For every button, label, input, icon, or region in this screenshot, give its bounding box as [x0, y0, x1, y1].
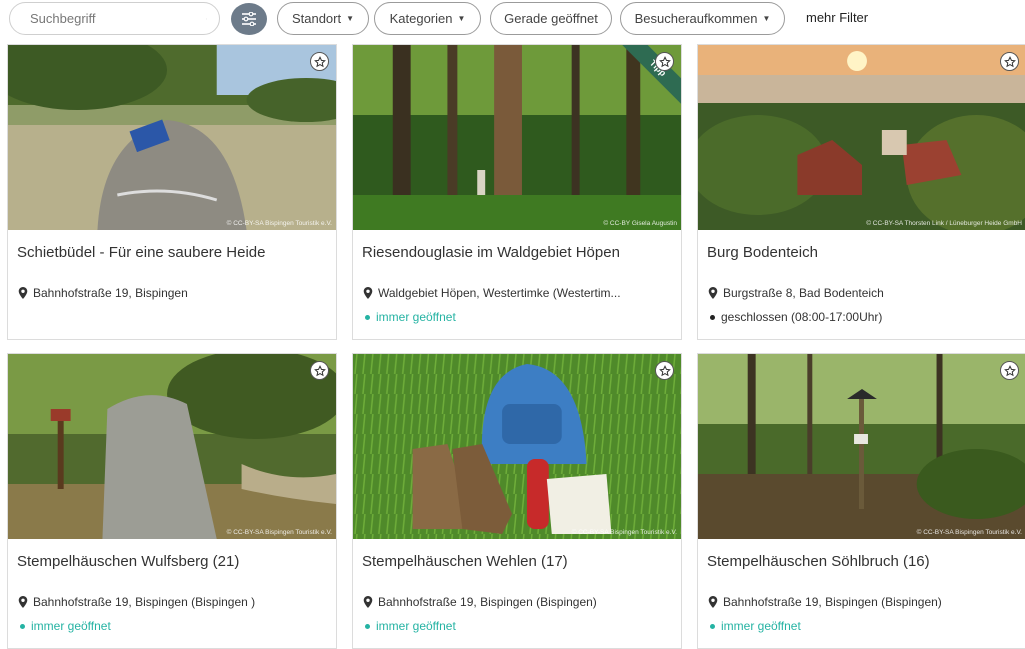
sliders-icon	[241, 12, 257, 26]
favorite-button[interactable]	[310, 52, 329, 71]
map-pin-icon	[18, 287, 28, 299]
kategorien-dropdown[interactable]: Kategorien ▼	[374, 2, 481, 35]
card-title[interactable]: Riesendouglasie im Waldgebiet Höpen	[362, 244, 620, 261]
caret-down-icon: ▼	[346, 14, 354, 23]
image-credit: © CC-BY-SA Bispingen Touristik e.V.	[227, 529, 332, 536]
map-pin-icon	[708, 287, 718, 299]
status-dot	[365, 315, 370, 320]
card-title[interactable]: Stempelhäuschen Söhlbruch (16)	[707, 553, 930, 570]
favorite-button[interactable]	[1000, 361, 1019, 380]
opening-status: geschlossen (08:00-17:00Uhr)	[710, 310, 882, 324]
status-dot	[710, 624, 715, 629]
card-image[interactable]: Tipp © CC-BY Gisela Augustin	[353, 45, 681, 230]
image-credit: © CC-BY-SA Bispingen Touristik e.V.	[227, 220, 332, 227]
star-icon	[1004, 56, 1016, 68]
card-title[interactable]: Stempelhäuschen Wehlen (17)	[362, 553, 568, 570]
address-text: Waldgebiet Höpen, Westertimke (Westertim…	[378, 286, 621, 300]
image-credit: © CC-BY-SA Thorsten Link / Lüneburger He…	[866, 220, 1022, 227]
map-pin-icon	[18, 596, 28, 608]
card-title[interactable]: Schietbüdel - Für eine saubere Heide	[17, 244, 265, 261]
address-text: Bahnhofstraße 19, Bispingen (Bispingen)	[723, 595, 942, 609]
map-pin-icon	[708, 596, 718, 608]
favorite-button[interactable]	[1000, 52, 1019, 71]
card-address: Waldgebiet Höpen, Westertimke (Westertim…	[363, 286, 621, 300]
address-text: Burgstraße 8, Bad Bodenteich	[723, 286, 884, 300]
address-text: Bahnhofstraße 19, Bispingen (Bispingen )	[33, 595, 255, 609]
standort-label: Standort	[292, 11, 341, 26]
status-text: immer geöffnet	[376, 619, 456, 633]
card-image[interactable]: © CC-BY-SA Bispingen Touristik e.V.	[353, 354, 681, 539]
besucheraufkommen-dropdown[interactable]: Besucheraufkommen ▼	[620, 2, 785, 35]
search-icon[interactable]	[206, 12, 207, 26]
image-credit: © CC-BY Gisela Augustin	[603, 220, 677, 227]
card-image[interactable]: © CC-BY-SA Thorsten Link / Lüneburger He…	[698, 45, 1025, 230]
opening-status: immer geöffnet	[365, 619, 456, 633]
card-image[interactable]: © CC-BY-SA Bispingen Touristik e.V.	[8, 354, 336, 539]
poi-card[interactable]: © CC-BY-SA Bispingen Touristik e.V. Stem…	[7, 353, 337, 649]
star-icon	[659, 365, 671, 377]
card-title[interactable]: Burg Bodenteich	[707, 244, 818, 261]
filter-toggle-button[interactable]	[231, 3, 267, 35]
gerade-geoeffnet-toggle[interactable]: Gerade geöffnet	[490, 2, 612, 35]
poi-card[interactable]: © CC-BY-SA Bispingen Touristik e.V. Stem…	[352, 353, 682, 649]
map-pin-icon	[363, 596, 373, 608]
address-text: Bahnhofstraße 19, Bispingen (Bispingen)	[378, 595, 597, 609]
status-dot	[710, 315, 715, 320]
status-text: immer geöffnet	[721, 619, 801, 633]
kategorien-label: Kategorien	[390, 11, 453, 26]
favorite-button[interactable]	[655, 361, 674, 380]
poi-card[interactable]: © CC-BY-SA Thorsten Link / Lüneburger He…	[697, 44, 1025, 340]
status-text: geschlossen (08:00-17:00Uhr)	[721, 310, 882, 324]
stone-waymarker-photo	[8, 45, 336, 230]
stone-marker-photo	[8, 354, 336, 539]
tip-badge: Tipp	[620, 45, 681, 106]
card-address: Burgstraße 8, Bad Bodenteich	[708, 286, 884, 300]
opening-status: immer geöffnet	[20, 619, 111, 633]
card-address: Bahnhofstraße 19, Bispingen (Bispingen )	[18, 595, 255, 609]
search-input[interactable]	[30, 11, 206, 26]
star-icon	[1004, 365, 1016, 377]
poi-card[interactable]: © CC-BY-SA Bispingen Touristik e.V. Stem…	[697, 353, 1025, 649]
more-filters-link[interactable]: mehr Filter	[806, 10, 868, 25]
caret-down-icon: ▼	[762, 14, 770, 23]
card-image[interactable]: © CC-BY-SA Bispingen Touristik e.V.	[8, 45, 336, 230]
card-image[interactable]: © CC-BY-SA Bispingen Touristik e.V.	[698, 354, 1025, 539]
favorite-button[interactable]	[655, 52, 674, 71]
poi-card[interactable]: Tipp © CC-BY Gisela Augustin Riesendougl…	[352, 44, 682, 340]
forest-stamp-post-photo	[698, 354, 1025, 539]
besucheraufkommen-label: Besucheraufkommen	[635, 11, 758, 26]
castle-aerial-photo	[698, 45, 1025, 230]
status-text: immer geöffnet	[376, 310, 456, 324]
status-text: immer geöffnet	[31, 619, 111, 633]
map-pin-icon	[363, 287, 373, 299]
opening-status: immer geöffnet	[710, 619, 801, 633]
filter-bar: Standort ▼ Kategorien ▼ Gerade geöffnet …	[0, 0, 1025, 40]
star-icon	[314, 365, 326, 377]
card-address: Bahnhofstraße 19, Bispingen	[18, 286, 188, 300]
card-title[interactable]: Stempelhäuschen Wulfsberg (21)	[17, 553, 239, 570]
caret-down-icon: ▼	[457, 14, 465, 23]
opening-status: immer geöffnet	[365, 310, 456, 324]
standort-dropdown[interactable]: Standort ▼	[277, 2, 369, 35]
status-dot	[365, 624, 370, 629]
poi-card[interactable]: © CC-BY-SA Bispingen Touristik e.V. Schi…	[7, 44, 337, 340]
gerade-geoeffnet-label: Gerade geöffnet	[504, 11, 598, 26]
image-credit: © CC-BY-SA Bispingen Touristik e.V.	[917, 529, 1022, 536]
address-text: Bahnhofstraße 19, Bispingen	[33, 286, 188, 300]
favorite-button[interactable]	[310, 361, 329, 380]
card-address: Bahnhofstraße 19, Bispingen (Bispingen)	[363, 595, 597, 609]
star-icon	[659, 56, 671, 68]
image-credit: © CC-BY-SA Bispingen Touristik e.V.	[572, 529, 677, 536]
hiking-gear-photo	[353, 354, 681, 539]
star-icon	[314, 56, 326, 68]
search-box[interactable]	[9, 2, 220, 35]
status-dot	[20, 624, 25, 629]
card-address: Bahnhofstraße 19, Bispingen (Bispingen)	[708, 595, 942, 609]
